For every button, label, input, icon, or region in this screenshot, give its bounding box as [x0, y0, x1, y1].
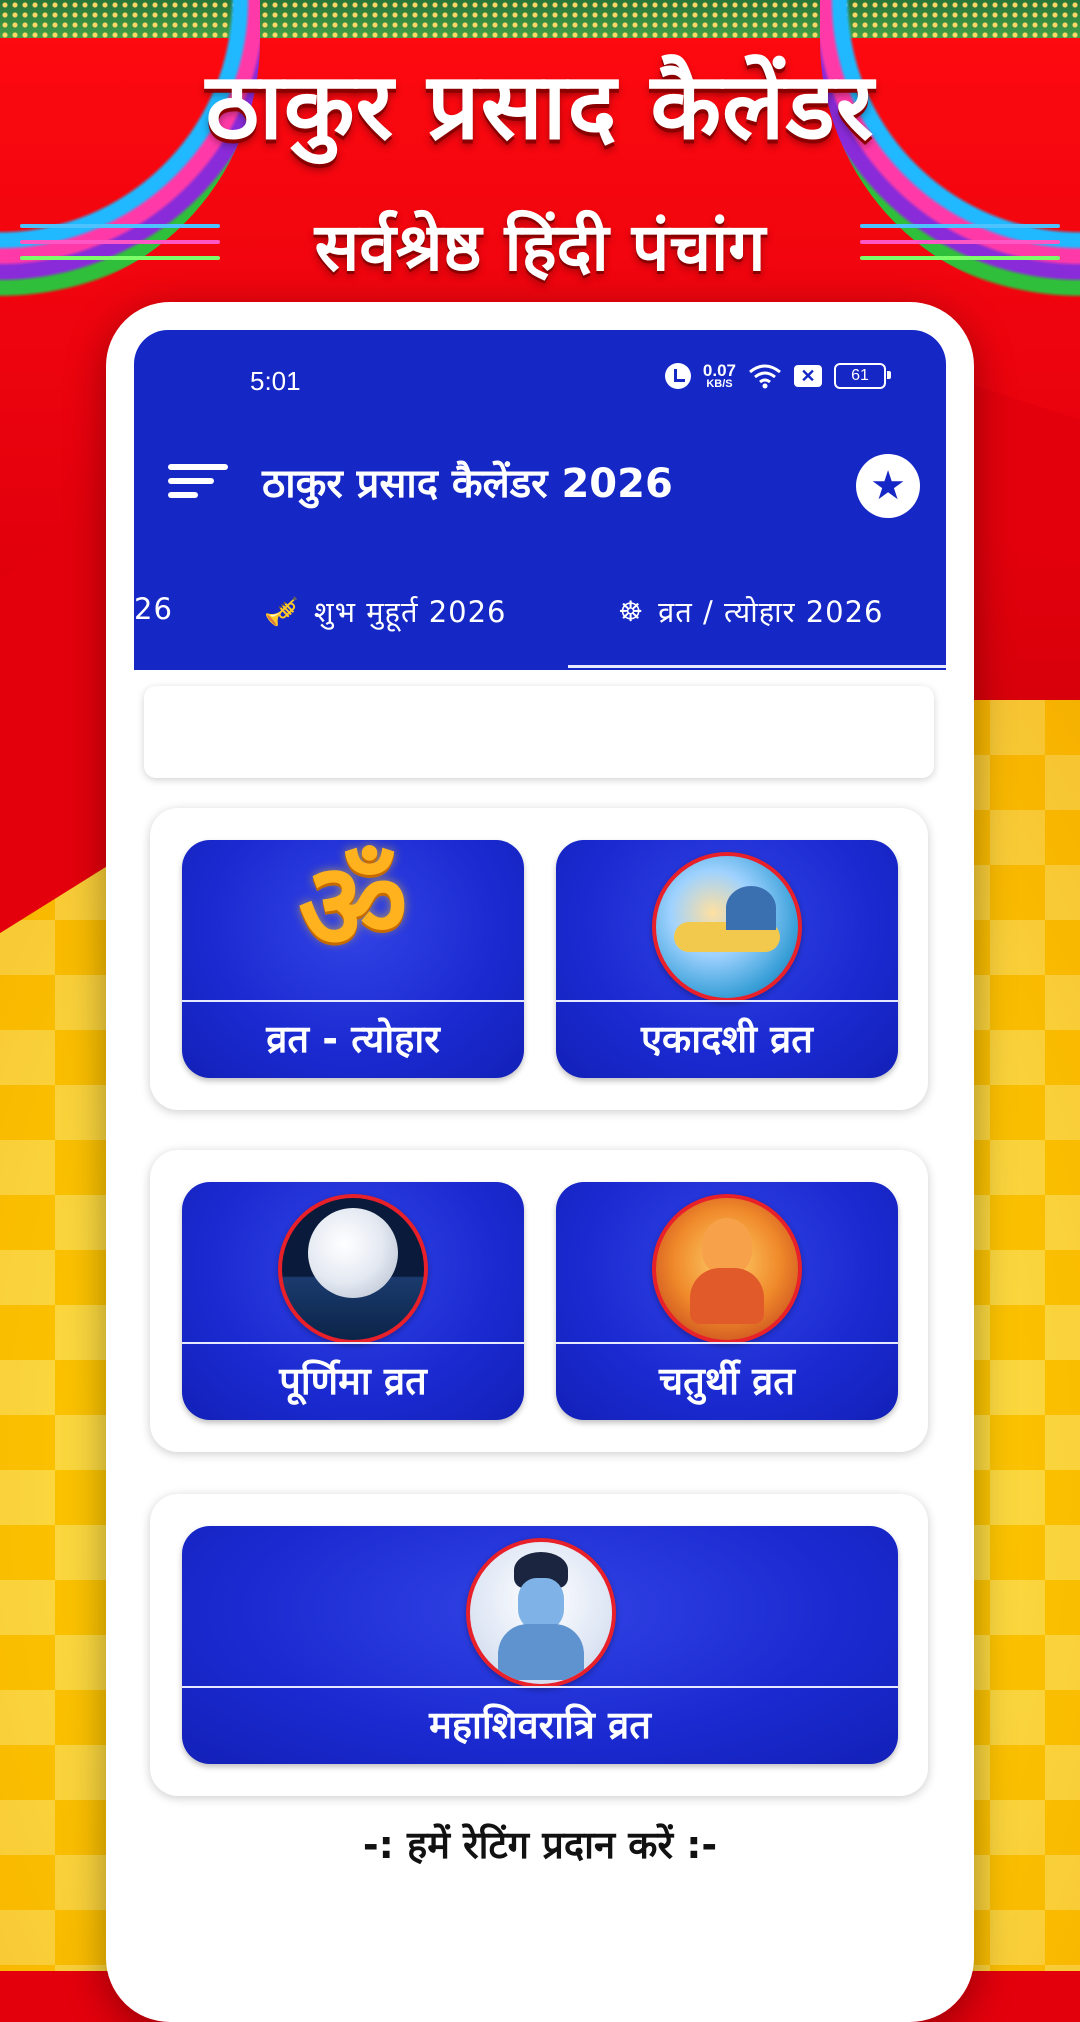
tile-divider — [556, 1342, 898, 1344]
full-moon-image — [278, 1194, 428, 1344]
wheel-icon: ☸ — [618, 595, 645, 628]
tab-underline — [568, 665, 946, 668]
rating-prompt[interactable]: -: हमें रेटिंग प्रदान करें :- — [134, 1818, 946, 1870]
vrat-tyohar-button[interactable]: ॐ व्रत - त्योहार — [182, 840, 524, 1078]
network-speed: 0.07 KB/S — [703, 362, 736, 390]
chaturthi-button[interactable]: चतुर्थी व्रत — [556, 1182, 898, 1420]
vrat-tyohar-label: व्रत - त्योहार — [266, 1017, 440, 1061]
tab-vrat-tyohar[interactable]: ☸ व्रत / त्योहार 2026 — [618, 592, 884, 631]
tab-calendar[interactable]: 26 — [134, 592, 173, 626]
notification-x-icon: ✕ — [794, 365, 822, 387]
card-group-2: पूर्णिमा व्रत चतुर्थी व्रत — [150, 1150, 928, 1452]
vishnu-image — [652, 852, 802, 1002]
mahashivratri-button[interactable]: महाशिवरात्रि व्रत — [182, 1526, 898, 1764]
ekadashi-label: एकादशी व्रत — [641, 1017, 813, 1061]
tab-calendar-label: 26 — [134, 592, 173, 626]
network-speed-unit: KB/S — [706, 378, 733, 390]
tab-indicator — [134, 662, 568, 668]
star-icon[interactable]: ★ — [856, 454, 920, 518]
promo-title: ठाकुर प्रसाद कैलेंडर — [205, 53, 875, 160]
purnima-button[interactable]: पूर्णिमा व्रत — [182, 1182, 524, 1420]
promo-subtitle: सर्वश्रेष्ठ हिंदी पंचांग — [314, 209, 766, 286]
tile-divider — [182, 1686, 898, 1688]
tab-vrat-tyohar-label: व्रत / त्योहार 2026 — [658, 595, 884, 629]
om-icon: ॐ — [298, 840, 408, 977]
battery-level: 61 — [851, 367, 869, 384]
network-speed-value: 0.07 — [702, 361, 736, 380]
purnima-label: पूर्णिमा व्रत — [279, 1359, 427, 1403]
tile-divider — [182, 1000, 524, 1002]
menu-icon[interactable] — [168, 464, 228, 508]
mahashivratri-label: महाशिवरात्रि व्रत — [429, 1703, 651, 1747]
tab-bar: 26 🎺 शुभ मुहूर्त 2026 ☸ व्रत / त्योहार 2… — [134, 592, 946, 658]
card-group-1: ॐ व्रत - त्योहार एकादशी व्रत — [150, 808, 928, 1110]
trumpet-icon: 🎺 — [264, 595, 300, 628]
wifi-icon — [749, 364, 781, 389]
status-time: 5:01 — [250, 366, 301, 396]
tile-divider — [182, 1342, 524, 1344]
status-icons: 0.07 KB/S ✕ 61 — [664, 362, 891, 390]
tab-shubh-muhurat[interactable]: 🎺 शुभ मुहूर्त 2026 — [264, 592, 507, 631]
tile-divider — [556, 1000, 898, 1002]
ekadashi-button[interactable]: एकादशी व्रत — [556, 840, 898, 1078]
alarm-icon — [664, 363, 691, 389]
chaturthi-label: चतुर्थी व्रत — [659, 1359, 795, 1403]
card-group-3: महाशिवरात्रि व्रत — [150, 1494, 928, 1796]
ad-banner[interactable] — [144, 686, 934, 778]
shiva-image — [466, 1538, 616, 1688]
ganesha-image — [652, 1194, 802, 1344]
battery-icon: 61 — [834, 363, 891, 389]
app-title: ठाकुर प्रसाद कैलेंडर 2026 — [262, 461, 673, 507]
tab-shubh-muhurat-label: शुभ मुहूर्त 2026 — [313, 595, 507, 629]
app-screen: 5:01 0.07 KB/S ✕ 61 ठाकुर प्रसाद कैलेंडर… — [134, 330, 946, 1990]
